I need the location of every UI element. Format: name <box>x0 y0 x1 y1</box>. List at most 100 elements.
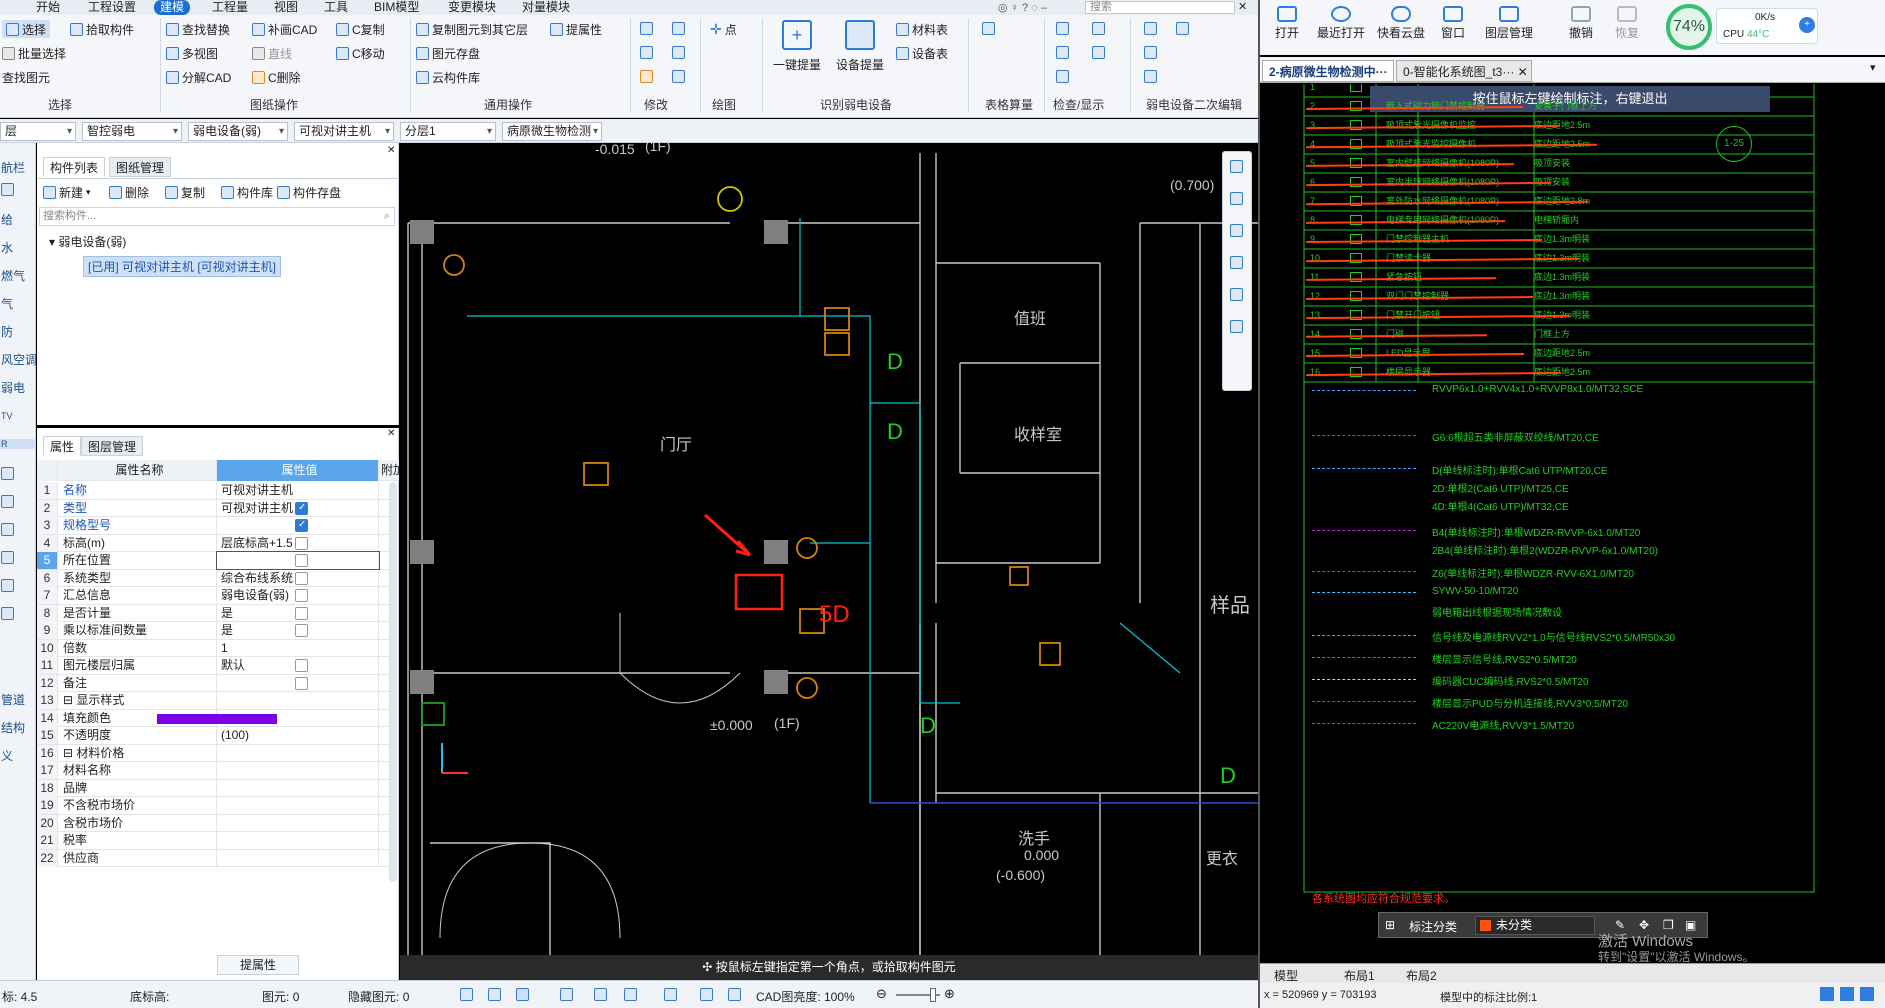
property-row[interactable]: 17 材料名称 <box>37 762 399 780</box>
tree-root[interactable]: ▾ 弱电设备(弱) <box>49 233 126 250</box>
cloud-library-button[interactable]: 云构件库 <box>416 68 480 86</box>
device-extract-button[interactable]: 设备提量 <box>832 20 888 73</box>
arc-icon[interactable] <box>728 988 741 1001</box>
property-value[interactable] <box>217 849 379 867</box>
point-button[interactable]: ✛ 点 <box>710 20 737 38</box>
property-value[interactable] <box>217 744 379 762</box>
nav-item[interactable] <box>0 523 36 539</box>
menu-change[interactable]: 变更模块 <box>442 0 502 15</box>
extra-checkbox[interactable] <box>295 589 308 602</box>
property-value[interactable] <box>217 779 379 797</box>
copy-button[interactable]: 复制 <box>165 183 205 201</box>
layer-select[interactable]: 分层1 <box>400 122 496 141</box>
copy-to-other-floor-button[interactable]: 复制图元到其它层 <box>416 20 528 38</box>
tab-drawing-2[interactable]: 0-智能化系统图_t3··· ✕ <box>1396 60 1532 82</box>
drawing-canvas[interactable]: -0.015 (1F) (0.700) 值班 门厅 收样室 样品 ±0.000 … <box>400 143 1258 980</box>
tab-drawing-1[interactable]: 2-病原微生物检测中··· <box>1262 60 1394 82</box>
property-row[interactable]: 2 类型 可视对讲主机 <box>37 499 399 517</box>
split-cad-button[interactable]: 分解CAD <box>166 68 231 86</box>
menu-compare[interactable]: 对量模块 <box>516 0 576 15</box>
property-value[interactable] <box>217 832 379 849</box>
annotation-category-select[interactable]: 未分类 <box>1475 916 1595 935</box>
property-row[interactable]: 21 税率 <box>37 832 399 850</box>
3d-icon[interactable] <box>1230 192 1243 205</box>
select-button[interactable]: 选择 <box>2 20 51 38</box>
angle-icon[interactable] <box>624 988 637 1001</box>
selected-device-box[interactable] <box>734 573 784 611</box>
discipline-select[interactable]: 智控弱电 <box>82 122 182 141</box>
extra-checkbox[interactable] <box>295 536 308 550</box>
property-row[interactable]: 9 乘以标准间数量是 <box>37 622 399 640</box>
extra-checkbox[interactable] <box>295 659 308 672</box>
property-row[interactable]: 10 倍数 1 <box>37 639 399 657</box>
menu-bim[interactable]: BIM模型 <box>368 0 425 15</box>
fill-color-swatch[interactable] <box>157 713 277 724</box>
redo-button[interactable]: 恢复 <box>1600 6 1654 41</box>
property-value[interactable]: 1 <box>217 639 379 657</box>
nav-item-drain[interactable]: 水 <box>0 239 36 256</box>
tab-layout-2[interactable]: 布局2 <box>1406 967 1437 984</box>
layer-icon[interactable] <box>1092 22 1105 35</box>
nav-item[interactable] <box>0 183 36 199</box>
settings-icon[interactable] <box>1230 320 1243 333</box>
property-row[interactable]: 6 系统类型 综合布线系统 <box>37 569 399 587</box>
property-row[interactable]: 1 名称 可视对讲主机 <box>37 482 399 500</box>
tree-item-selected[interactable]: [已用] 可视对讲主机 [可视对讲主机] <box>83 256 282 277</box>
line-button[interactable]: 直线 <box>252 44 292 62</box>
tab-model[interactable]: 模型 <box>1274 967 1298 984</box>
new-button[interactable]: 新建 ▾ <box>43 183 91 201</box>
property-value[interactable] <box>217 762 379 779</box>
property-row[interactable]: 4 标高(m) 层底标高+1.5 <box>37 534 399 552</box>
property-row[interactable]: 18 品牌 <box>37 779 399 797</box>
property-value[interactable] <box>217 692 379 709</box>
material-table-button[interactable]: 材料表 <box>896 20 948 38</box>
slider-handle[interactable] <box>930 988 936 1002</box>
nav-item[interactable] <box>0 551 36 567</box>
extra-checkbox[interactable] <box>295 501 308 515</box>
property-row[interactable]: 12 备注 <box>37 674 399 692</box>
delete-icon[interactable] <box>640 70 653 83</box>
cross-icon[interactable] <box>594 988 607 1001</box>
nav-item-fire[interactable]: 防 <box>0 323 36 340</box>
view-icon[interactable] <box>1056 70 1069 83</box>
menu-tools[interactable]: 工具 <box>318 0 354 15</box>
property-row[interactable]: 16 ⊟ 材料价格 <box>37 744 399 762</box>
nav-item-pipe[interactable]: 管道 <box>0 691 36 708</box>
ortho-icon[interactable] <box>488 988 501 1001</box>
recent-button[interactable]: 最近打开 <box>1314 6 1368 41</box>
nav-item[interactable] <box>0 607 36 623</box>
plus-icon[interactable]: + <box>1799 17 1815 33</box>
property-row[interactable]: 15 不透明度 (100) <box>37 727 399 745</box>
close-icon[interactable]: ✕ <box>1238 0 1247 13</box>
mirror-icon[interactable] <box>672 22 685 35</box>
floor-select[interactable]: 层 <box>0 122 76 141</box>
nav-item-water-supply[interactable]: 给 <box>0 211 36 228</box>
select-mode-icon[interactable] <box>516 988 529 1001</box>
nav-item-custom[interactable]: 义 <box>0 747 36 764</box>
find-replace-button[interactable]: 查找替换 <box>166 20 230 38</box>
property-row[interactable]: 8 是否计量是 <box>37 604 399 622</box>
copy-icon[interactable] <box>640 22 653 35</box>
one-key-extract-button[interactable]: + 一键提量 <box>772 20 822 73</box>
tab-component-list[interactable]: 构件列表 <box>43 157 106 177</box>
tab-drawing-management[interactable]: 图纸管理 <box>109 157 172 177</box>
property-row[interactable]: 13 ⊟ 显示样式 <box>37 692 399 710</box>
grid-snap-icon[interactable] <box>460 988 473 1001</box>
open-button[interactable]: 打开 <box>1260 6 1314 41</box>
batch-select-button[interactable]: 批量选择 <box>2 44 66 62</box>
close-icon[interactable]: ✕ <box>387 145 395 156</box>
c-copy-button[interactable]: C复制 <box>336 20 385 38</box>
c-delete-button[interactable]: C删除 <box>252 68 301 86</box>
nav-item[interactable] <box>0 467 36 483</box>
status-icon[interactable] <box>1820 987 1834 1001</box>
property-row[interactable]: 3 规格型号 <box>37 517 399 535</box>
extra-checkbox[interactable] <box>295 519 308 532</box>
property-row[interactable]: 11 图元楼层归属 默认 <box>37 657 399 675</box>
tab-layer-management[interactable]: 图层管理 <box>81 436 144 456</box>
grid-icon[interactable] <box>982 22 995 35</box>
property-row[interactable]: 22 供应商 <box>37 849 399 867</box>
add-cad-button[interactable]: 补画CAD <box>252 20 317 38</box>
nav-item-tv[interactable]: TV <box>0 411 36 421</box>
check-icon[interactable] <box>1056 46 1069 59</box>
view-cube-icon[interactable] <box>1230 256 1243 269</box>
